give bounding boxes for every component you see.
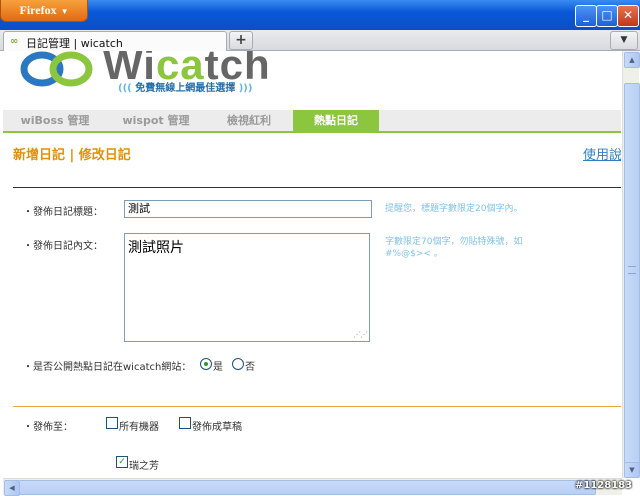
chevron-down-icon: ▼ — [620, 35, 628, 45]
watermark-text: #1128183 — [575, 480, 633, 491]
browser-tab[interactable]: ∞ 日記管理 | wicatch — [3, 31, 227, 51]
minimize-button[interactable]: _ — [575, 5, 597, 27]
section-divider — [13, 187, 621, 188]
section-divider-orange — [13, 406, 621, 407]
window-titlebar: Firefox ▼ _ □ ✕ — [0, 0, 640, 30]
draft-checkbox[interactable] — [179, 417, 191, 429]
scroll-down-icon[interactable]: ▼ — [624, 462, 640, 478]
vertical-scroll-thumb[interactable] — [624, 83, 640, 465]
tab-strip: ∞ 日記管理 | wicatch + ▼ — [0, 30, 640, 51]
resize-grip-icon[interactable]: ⋰⋰ — [353, 330, 368, 339]
page-content: Wicatch ((( 免費無線上網最佳選擇 ))) wiBoss 管理 wis… — [3, 51, 621, 478]
diary-title-input[interactable]: 測試 — [124, 200, 372, 218]
maximize-button[interactable]: □ — [596, 5, 618, 27]
draft-label: 發佈成草稿 — [192, 422, 242, 433]
title-field-label: ・發佈日記標題： — [23, 207, 103, 218]
nav-item-bonus[interactable]: 檢視紅利 — [205, 110, 293, 131]
vertical-scrollbar[interactable]: ▲ ▼ — [622, 51, 640, 478]
diary-body-text: 測試照片 — [128, 240, 184, 256]
public-no-radio[interactable] — [232, 358, 244, 370]
title-hint: 提醒您，標題字數限定20個字內。 — [385, 204, 523, 214]
nav-item-hotspot-diary[interactable]: 熱點日記 — [293, 110, 379, 131]
body-field-label: ・發佈日記內文： — [23, 241, 103, 252]
body-hint: 字數限定70個字，勿貼特殊號，如#%@$>< 。 — [385, 237, 523, 259]
wifi-icon: ((( — [118, 83, 132, 94]
device-label: 瑞之芳 — [129, 461, 159, 472]
browser-tab-title: 日記管理 | wicatch — [26, 37, 123, 50]
horizontal-scrollbar[interactable]: ◀ — [3, 478, 622, 496]
device-checkbox[interactable]: ✓ — [116, 456, 128, 468]
all-devices-label: 所有機器 — [119, 422, 159, 433]
close-window-button[interactable]: ✕ — [617, 5, 639, 27]
nav-underline — [3, 131, 621, 133]
wicatch-logo-icon — [20, 51, 93, 87]
main-nav: wiBoss 管理 wispot 管理 檢視紅利 熱點日記 — [3, 110, 621, 131]
diary-body-textarea[interactable]: 測試照片 ⋰⋰ — [124, 233, 370, 342]
wicatch-logo[interactable]: Wicatch ((( 免費無線上網最佳選擇 ))) — [15, 51, 315, 101]
tab-list-button[interactable]: ▼ — [610, 31, 638, 50]
public-field-label: ・是否公開熱點日記在wicatch網站： — [23, 362, 192, 373]
wifi-icon: ))) — [238, 83, 253, 94]
firefox-menu-button[interactable]: Firefox ▼ — [0, 0, 88, 22]
new-tab-button[interactable]: + — [229, 31, 253, 50]
checkmark-icon: ✓ — [118, 457, 126, 467]
nav-item-wispot[interactable]: wispot 管理 — [107, 110, 205, 131]
firefox-menu-label: Firefox — [19, 3, 57, 17]
scroll-up-icon[interactable]: ▲ — [624, 52, 640, 68]
public-yes-label: 是 — [213, 362, 223, 373]
scroll-left-icon[interactable]: ◀ — [4, 480, 20, 496]
grip-icon — [628, 266, 636, 274]
publish-to-label: ・發佈至： — [23, 422, 73, 433]
public-no-label: 否 — [245, 362, 255, 373]
wicatch-favicon-icon: ∞ — [10, 36, 19, 47]
chevron-down-icon: ▼ — [60, 7, 69, 16]
page-title: 新增日記 | 修改日記 — [13, 148, 131, 163]
horizontal-scroll-thumb[interactable] — [19, 480, 596, 495]
nav-item-wiboss[interactable]: wiBoss 管理 — [3, 110, 107, 131]
public-yes-radio[interactable] — [200, 358, 212, 370]
help-link[interactable]: 使用說 — [583, 144, 621, 163]
logo-tagline: ((( 免費無線上網最佳選擇 ))) — [118, 83, 253, 94]
all-devices-checkbox[interactable] — [106, 417, 118, 429]
